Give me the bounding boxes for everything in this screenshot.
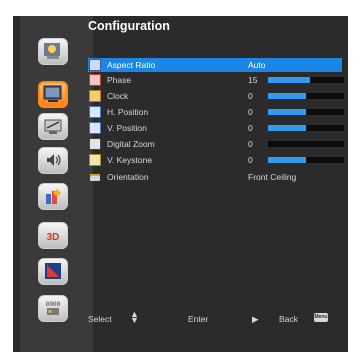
audio-icon <box>47 154 61 166</box>
svg-text:3D: 3D <box>47 232 60 243</box>
aspect-ratio-icon <box>89 59 101 71</box>
phase-slider[interactable] <box>268 77 344 83</box>
enter-hint: Enter <box>188 314 209 324</box>
row-orientation[interactable]: Orientation Front Ceiling <box>88 170 342 184</box>
row-value: 0 <box>248 91 253 101</box>
lan-icon <box>45 263 61 279</box>
row-value: 0 <box>248 107 253 117</box>
sidebar-item-display[interactable] <box>38 81 68 108</box>
row-label: Digital Zoom <box>107 139 155 149</box>
sidebar-item-options[interactable] <box>38 183 68 210</box>
row-label: Orientation <box>107 172 149 182</box>
sidebar-item-lan[interactable] <box>38 258 68 285</box>
slider-fill <box>268 109 306 115</box>
row-clock[interactable]: Clock 0 <box>88 89 344 103</box>
sidebar-item-network[interactable]: 0000 <box>38 295 68 322</box>
menu-key-icon: Menu <box>314 313 328 322</box>
row-label: V. Position <box>107 123 147 133</box>
row-value: Auto <box>248 60 266 70</box>
sidebar-item-3d[interactable]: 3D <box>38 222 68 249</box>
row-label: Clock <box>107 91 129 101</box>
right-arrow-icon: ▶ <box>252 314 259 324</box>
row-value: 0 <box>248 155 253 165</box>
sidebar-item-audio[interactable] <box>38 147 68 174</box>
row-v-position[interactable]: V. Position 0 <box>88 121 344 135</box>
digital-zoom-slider[interactable] <box>268 141 344 147</box>
v-position-slider[interactable] <box>268 125 344 131</box>
clock-icon <box>89 90 101 102</box>
row-aspect-ratio[interactable]: Aspect Ratio Auto <box>88 58 342 72</box>
row-label: Phase <box>107 75 132 85</box>
row-label: H. Position <box>107 107 149 117</box>
h-position-slider[interactable] <box>268 109 344 115</box>
orientation-icon <box>89 171 101 183</box>
image-settings-icon <box>44 43 60 59</box>
page-title: Configuration <box>88 19 170 33</box>
sidebar-item-setup[interactable] <box>38 113 68 140</box>
clock-slider[interactable] <box>268 93 344 99</box>
row-value: 0 <box>248 139 253 149</box>
row-label: Aspect Ratio <box>107 60 156 70</box>
row-h-position[interactable]: H. Position 0 <box>88 105 344 119</box>
slider-fill <box>268 77 310 83</box>
v-keystone-icon <box>89 154 101 166</box>
slider-fill <box>268 157 306 163</box>
phase-icon <box>89 74 101 86</box>
3d-icon: 3D <box>47 232 60 243</box>
slider-fill <box>268 125 306 131</box>
v-position-icon <box>89 122 101 134</box>
row-v-keystone[interactable]: V. Keystone 0 <box>88 153 344 167</box>
row-phase[interactable]: Phase 15 <box>88 73 344 87</box>
v-keystone-slider[interactable] <box>268 157 344 163</box>
digital-zoom-icon <box>89 138 101 150</box>
row-digital-zoom[interactable]: Digital Zoom 0 <box>88 137 344 151</box>
svg-text:0000: 0000 <box>46 301 61 308</box>
slider-fill <box>268 93 306 99</box>
row-value: Front Ceiling <box>248 172 297 182</box>
options-icon <box>46 189 61 204</box>
h-position-icon <box>89 106 101 118</box>
select-hint: Select <box>88 314 112 324</box>
up-down-arrow-icon: ▲ ▼ <box>130 309 139 325</box>
row-label: V. Keystone <box>107 155 153 165</box>
row-value: 15 <box>248 75 258 85</box>
network-icon: 0000 <box>46 301 61 315</box>
sidebar-item-image[interactable] <box>38 38 68 65</box>
setup-icon <box>44 119 62 134</box>
row-value: 0 <box>248 123 253 133</box>
back-hint: Back <box>279 314 298 324</box>
display-settings-icon <box>43 85 62 102</box>
